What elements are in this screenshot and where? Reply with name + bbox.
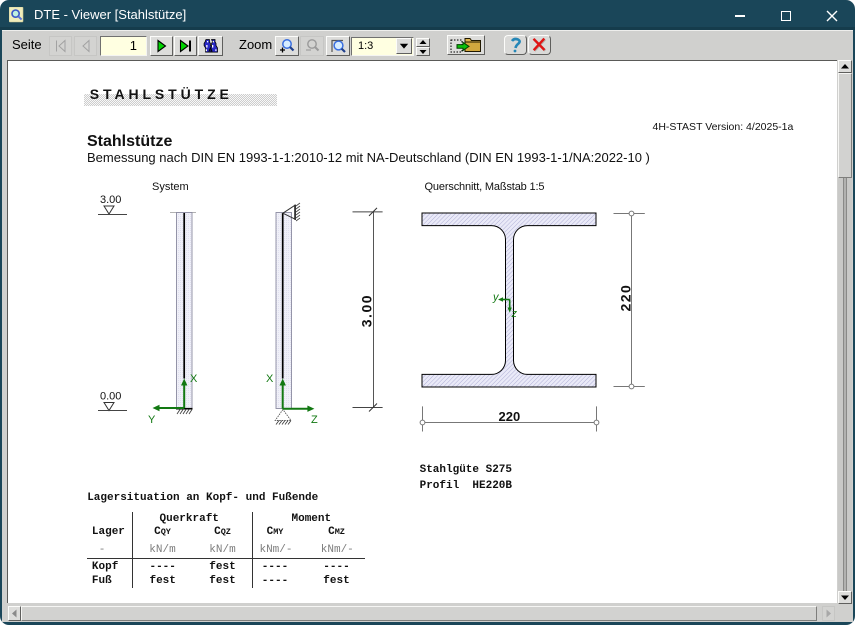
svg-text:Z: Z — [311, 414, 318, 426]
svg-text:220: 220 — [617, 284, 633, 312]
svg-text:0.00: 0.00 — [100, 391, 121, 403]
svg-text:220: 220 — [499, 409, 521, 424]
svg-text:3.00: 3.00 — [100, 194, 121, 206]
svg-text:Y: Y — [148, 414, 156, 426]
svg-text:3.00: 3.00 — [359, 294, 375, 327]
svg-text:y: y — [492, 292, 500, 304]
svg-text:X: X — [190, 373, 198, 385]
svg-text:X: X — [266, 373, 274, 385]
svg-text:z: z — [511, 308, 518, 320]
